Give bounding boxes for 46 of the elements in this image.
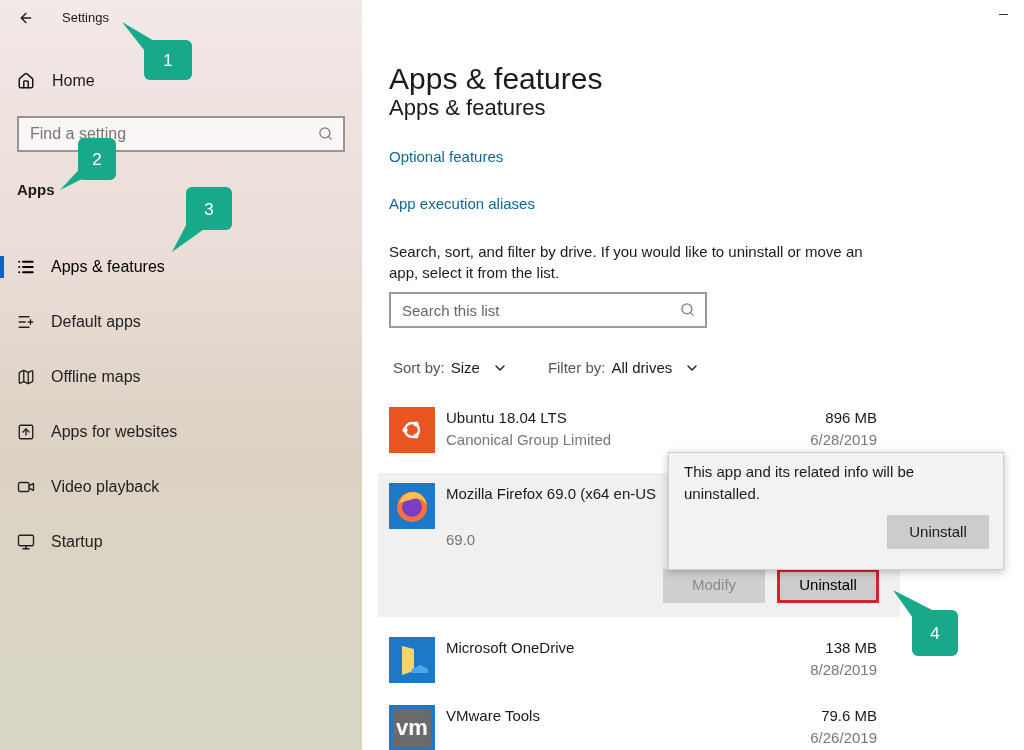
app-publisher: Canonical Group Limited bbox=[446, 429, 613, 450]
back-arrow-icon bbox=[18, 10, 34, 26]
nav-item[interactable]: Startup bbox=[17, 530, 103, 554]
app-name: Microsoft OneDrive bbox=[446, 637, 575, 658]
app-version: 69.0 bbox=[446, 529, 477, 550]
settings-link[interactable]: App execution aliases bbox=[389, 192, 535, 215]
app-size: 896 MB bbox=[825, 407, 877, 428]
list-icon bbox=[17, 313, 35, 331]
app-size: 138 MB bbox=[825, 637, 877, 658]
settings-link[interactable]: Optional features bbox=[389, 146, 504, 169]
home-icon bbox=[17, 72, 35, 90]
window-title: Settings bbox=[62, 9, 109, 28]
callout-badge: 1 bbox=[122, 22, 192, 80]
section-title: Apps & features bbox=[389, 96, 547, 120]
app-name: Ubuntu 18.04 LTS bbox=[446, 407, 567, 428]
section-heading: Apps bbox=[17, 180, 56, 200]
nav-item[interactable]: Apps for websites bbox=[17, 420, 178, 444]
nav-item[interactable]: Video playback bbox=[17, 475, 160, 499]
app-size: 79.6 MB bbox=[821, 705, 877, 726]
popup-uninstall-button[interactable]: Uninstall bbox=[887, 515, 989, 549]
app-logo: vm bbox=[389, 704, 435, 750]
app-date: 6/26/2019 bbox=[810, 727, 877, 748]
browser-logo-icon bbox=[389, 482, 435, 529]
app-list-item[interactable]: vm VMware Tools 79.6 MB 6/26/2019 bbox=[378, 694, 900, 750]
app-list-item[interactable]: Ubuntu 18.04 LTS Canonical Group Limited 896 MB 6/28/2019 bbox=[378, 396, 900, 465]
app-date: 8/28/2019 bbox=[810, 659, 877, 680]
monitor-icon bbox=[17, 533, 35, 551]
search-icon bbox=[680, 302, 695, 317]
search-icon bbox=[318, 126, 333, 141]
sort-dropdown[interactable]: Sort by: Size bbox=[393, 357, 508, 380]
filter-dropdown[interactable]: Filter by: All drives bbox=[547, 357, 701, 380]
nav-item[interactable]: Apps & features bbox=[17, 255, 165, 279]
search-list-field[interactable]: Search this list bbox=[389, 292, 707, 328]
nav-item[interactable]: Default apps bbox=[17, 310, 141, 334]
app-name: Mozilla Firefox 69.0 (x64 en-US bbox=[446, 483, 657, 504]
description-text: Search, sort, and filter by drive. If you would like to uninstall or move an app, select it from the list. bbox=[389, 242, 864, 283]
callout-badge: 4 bbox=[893, 590, 958, 656]
app-logo-icon bbox=[389, 406, 435, 453]
map-icon bbox=[17, 368, 35, 386]
list-icon bbox=[17, 258, 35, 276]
page-title: Apps & features bbox=[389, 61, 604, 97]
app-name: VMware Tools bbox=[446, 705, 540, 726]
nav-item[interactable]: Offline maps bbox=[17, 365, 141, 389]
action-button[interactable]: Uninstall bbox=[777, 568, 879, 603]
app-date: 6/28/2019 bbox=[810, 429, 877, 450]
folder-cloud-icon bbox=[389, 636, 435, 683]
